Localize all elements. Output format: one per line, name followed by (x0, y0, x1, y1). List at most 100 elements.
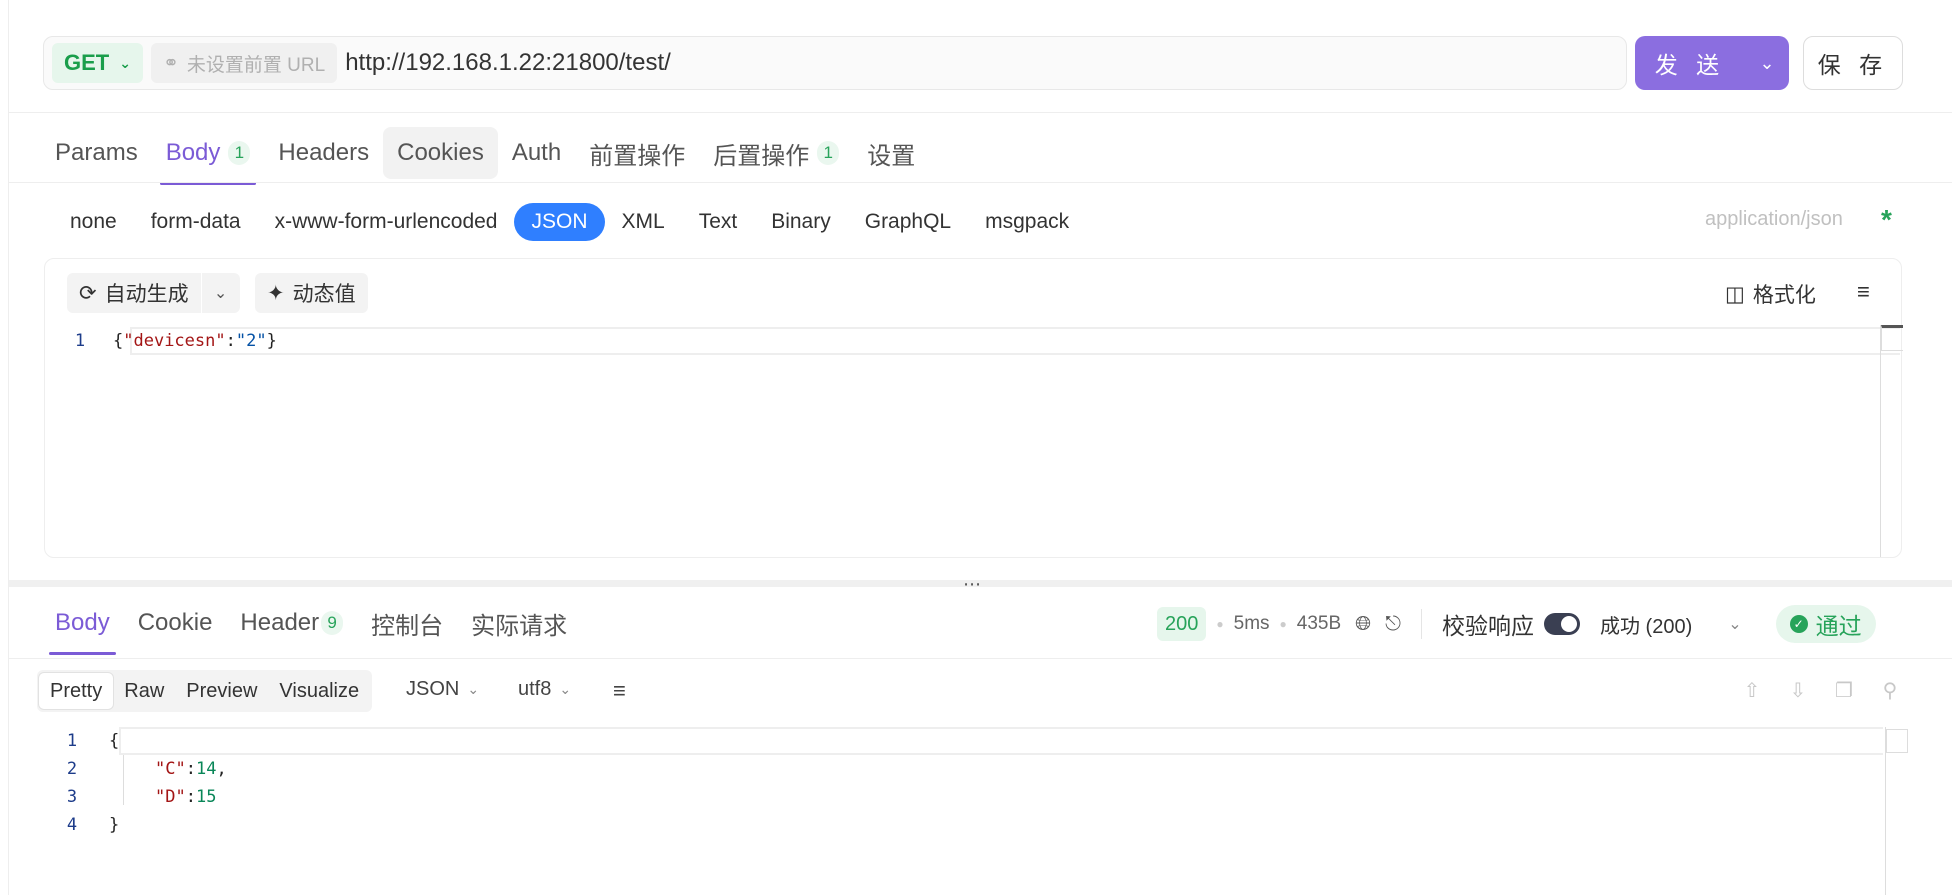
tab-cookies[interactable]: Cookies (383, 127, 498, 179)
view-preview[interactable]: Preview (175, 673, 268, 709)
tab-post-operations[interactable]: 后置操作 1 (699, 127, 853, 179)
body-type-selector: none form-data x-www-form-urlencoded JSO… (53, 202, 1086, 242)
prefix-url-button[interactable]: ⚭ 未设置前置 URL (150, 43, 338, 83)
view-pretty[interactable]: Pretty (39, 673, 114, 709)
magic-wand-icon: ✦ (267, 281, 285, 305)
body-type-none[interactable]: none (53, 203, 134, 241)
tab-console[interactable]: 控制台 (357, 597, 457, 649)
separator-dot: ● (1216, 617, 1224, 631)
download-icon[interactable]: ⇩ (1785, 678, 1811, 703)
wrap-lines-icon[interactable]: ≡ (1857, 279, 1870, 305)
pass-badge: ✓ 通过 (1775, 605, 1876, 643)
json-value: 14 (195, 759, 217, 779)
verify-response-toggle[interactable] (1543, 613, 1580, 635)
code-line[interactable]: 1 { (57, 727, 119, 755)
wrap-lines-icon[interactable]: ≡ (613, 678, 626, 704)
tab-actual-request[interactable]: 实际请求 (457, 597, 581, 649)
response-encoding-select[interactable]: utf8 ⌄ (518, 678, 571, 701)
separator-dot: ● (1279, 617, 1287, 631)
status-code-badge: 200 (1157, 607, 1207, 641)
json-key: "devicesn" (123, 331, 226, 351)
body-type-form-data[interactable]: form-data (134, 203, 258, 241)
share-icon[interactable]: ⎋ (1385, 613, 1401, 636)
code-line[interactable]: 1 {"devicesn": "2"} (65, 327, 277, 355)
body-type-xml[interactable]: XML (605, 203, 682, 241)
upload-icon[interactable]: ⇧ (1739, 678, 1765, 703)
count-badge: 1 (817, 141, 840, 165)
chevron-down-icon: ⌄ (467, 681, 480, 697)
response-format-select[interactable]: JSON ⌄ (406, 678, 479, 701)
json-key: "D" (155, 787, 186, 807)
auto-generate-group: ⟳ 自动生成 ⌄ (67, 273, 240, 313)
content-type-label[interactable]: application/json (1705, 208, 1843, 231)
body-type-graphql[interactable]: GraphQL (848, 203, 968, 241)
globe-icon[interactable]: 🌐︎ (1355, 613, 1371, 636)
view-visualize[interactable]: Visualize (268, 673, 370, 709)
divider (9, 182, 1952, 183)
send-button[interactable]: 发 送 ⌄ (1635, 36, 1789, 90)
chevron-down-icon[interactable]: ⌄ (202, 273, 240, 313)
line-number: 1 (74, 331, 86, 351)
method-label: GET (64, 50, 110, 75)
tab-pre-operations[interactable]: 前置操作 (575, 127, 699, 179)
tab-response-header[interactable]: Header 9 (226, 597, 357, 649)
url-input[interactable] (345, 49, 1626, 77)
code-line[interactable]: 3 "D": 15 (57, 783, 217, 811)
body-type-json[interactable]: JSON (514, 203, 605, 241)
body-type-urlencoded[interactable]: x-www-form-urlencoded (258, 203, 515, 241)
scrollbar[interactable] (1880, 325, 1881, 557)
save-button[interactable]: 保 存 (1803, 36, 1903, 90)
drag-handle-icon[interactable]: ⋯ (963, 574, 982, 595)
link-icon: ⚭ (162, 52, 179, 74)
view-raw[interactable]: Raw (113, 673, 175, 709)
auto-generate-button[interactable]: ⟳ 自动生成 (67, 273, 201, 313)
chevron-down-icon: ⌄ (559, 681, 572, 697)
search-icon[interactable]: ⚲ (1877, 678, 1903, 703)
tab-auth[interactable]: Auth (498, 127, 575, 179)
chevron-down-icon[interactable]: ⌄ (1745, 53, 1789, 74)
body-type-binary[interactable]: Binary (754, 203, 848, 241)
send-label: 发 送 (1654, 52, 1726, 78)
tab-settings[interactable]: 设置 (853, 127, 929, 179)
prefix-url-label: 未设置前置 URL (186, 54, 326, 76)
view-mode-group: Pretty Raw Preview Visualize (37, 670, 373, 712)
body-type-msgpack[interactable]: msgpack (968, 203, 1086, 241)
json-value: 15 (195, 787, 217, 807)
active-line-highlight (130, 327, 1900, 355)
line-number: 3 (66, 787, 78, 807)
divider (1420, 609, 1422, 639)
code-line[interactable]: 2 "C": 14, (57, 755, 227, 783)
api-request-panel: GET ⌄ ⚭ 未设置前置 URL 发 送 ⌄ 保 存 Params Body1… (8, 0, 1952, 895)
method-select[interactable]: GET ⌄ (52, 43, 143, 83)
body-type-text[interactable]: Text (682, 203, 755, 241)
json-key: "C" (155, 759, 186, 779)
tab-params[interactable]: Params (41, 127, 152, 179)
divider (9, 658, 1952, 659)
request-tabs: Params Body 1 Headers Cookies Auth 前置操作 后… (41, 124, 929, 185)
line-number: 1 (66, 731, 78, 751)
tab-headers[interactable]: Headers (264, 127, 383, 179)
format-button[interactable]: ◫ 格式化 (1725, 279, 1816, 309)
result-select[interactable]: 成功 (200) (1600, 610, 1692, 639)
tab-body[interactable]: Body 1 (152, 127, 265, 185)
response-size: 435B (1296, 613, 1342, 634)
chevron-down-icon[interactable]: ⌄ (1728, 614, 1741, 634)
response-actions: ⇧ ⇩ ❐ ⚲ (1739, 678, 1903, 703)
count-badge: 9 (321, 611, 344, 635)
verify-response-label: 校验响应 (1441, 613, 1534, 639)
code-line[interactable]: 4 } (57, 811, 119, 839)
copy-icon[interactable]: ❐ (1831, 678, 1857, 703)
scrollbar-thumb[interactable] (1886, 729, 1908, 753)
refresh-icon: ⟳ (79, 281, 97, 305)
tab-response-cookie[interactable]: Cookie (124, 597, 227, 649)
dynamic-value-button[interactable]: ✦ 动态值 (255, 273, 368, 313)
count-badge: 1 (228, 141, 251, 165)
response-body-viewer: 1 { 2 "C": 14, 3 "D": 15 4 } (37, 727, 1952, 895)
format-icon: ◫ (1725, 282, 1745, 306)
divider (9, 112, 1952, 113)
tab-response-body[interactable]: Body (41, 597, 124, 655)
line-number: 2 (66, 759, 78, 779)
check-circle-icon: ✓ (1789, 615, 1808, 633)
line-number: 4 (66, 815, 78, 835)
scrollbar-thumb[interactable] (1881, 325, 1903, 351)
